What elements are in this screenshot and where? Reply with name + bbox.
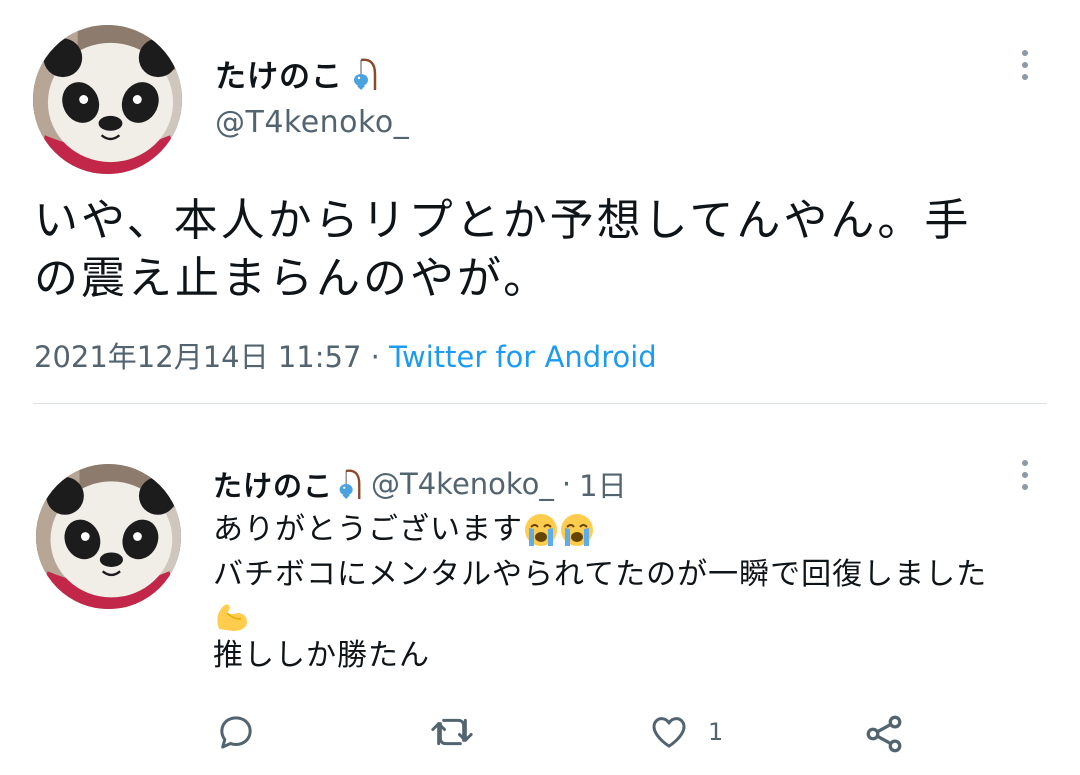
tweet-detail-page: たけのこ @T4kenoko_ いや、本人からリプとか予想してんやん。手 の震え… [0,0,1080,775]
reply-line-text: バチボコにメンタルやられてたのが一瞬で回復しました [213,557,988,592]
share-icon [866,715,902,753]
reply-display-name[interactable]: たけのこ [213,463,333,505]
reply-line-text: ありがとうございます [213,512,523,547]
meta-separator: · [370,340,380,374]
reply-icon [220,716,252,749]
fishing-icon [339,469,361,499]
retweet-icon [431,718,473,746]
reply-text-line: ありがとうございます [213,507,1053,552]
like-button[interactable]: 1 [648,712,723,752]
reply-text-line: バチボコにメンタルやられてたのが一瞬で回復しました [213,552,1053,597]
reply-line-text: 推ししか勝たん [213,638,430,673]
tweet-text-line: いや、本人からリプとか予想してんやん。手 [34,195,972,246]
avatar[interactable] [33,25,182,174]
reply-text: ありがとうございます バチボコにメンタルやられてたのが一瞬で回復しました 推しし… [213,507,1053,678]
fishing-icon [354,58,377,90]
reply-text-line [213,597,1053,633]
retweet-button[interactable] [430,712,474,752]
tweet-text-line: の震え止まらんのやが。 [34,253,551,304]
tweet-text: いや、本人からリプとか予想してんやん。手 の震え止まらんのやが。 [34,192,1034,308]
source-link[interactable]: Twitter for Android [389,340,657,374]
flexed-biceps-icon [217,604,247,631]
user-handle[interactable]: @T4kenoko_ [215,105,409,140]
heart-icon [652,717,686,748]
header-separator: · [561,467,572,501]
reply-button[interactable] [216,712,256,752]
more-options-icon[interactable] [1018,50,1032,80]
divider [33,403,1047,404]
reply-handle[interactable]: @T4kenoko_ [371,467,554,501]
reply-time[interactable]: 1日 [579,463,626,505]
panda-avatar-image [36,464,181,609]
loudly-crying-face-icon [525,513,557,546]
more-options-icon[interactable] [1018,460,1032,490]
timestamp[interactable]: 2021年12月14日 11:57 [34,340,361,374]
loudly-crying-face-icon [561,513,593,546]
reply-avatar[interactable] [36,464,181,609]
panda-avatar-image [33,25,182,174]
reply-header: たけのこ @T4kenoko_ · 1日 [213,463,627,505]
display-name-text: たけのこ [215,59,343,95]
reply-text-line: 推ししか勝たん [213,633,1053,678]
display-name[interactable]: たけのこ [215,51,379,96]
tweet-meta: 2021年12月14日 11:57 · Twitter for Android [34,334,657,376]
share-button[interactable] [862,712,906,756]
like-count: 1 [708,718,724,746]
